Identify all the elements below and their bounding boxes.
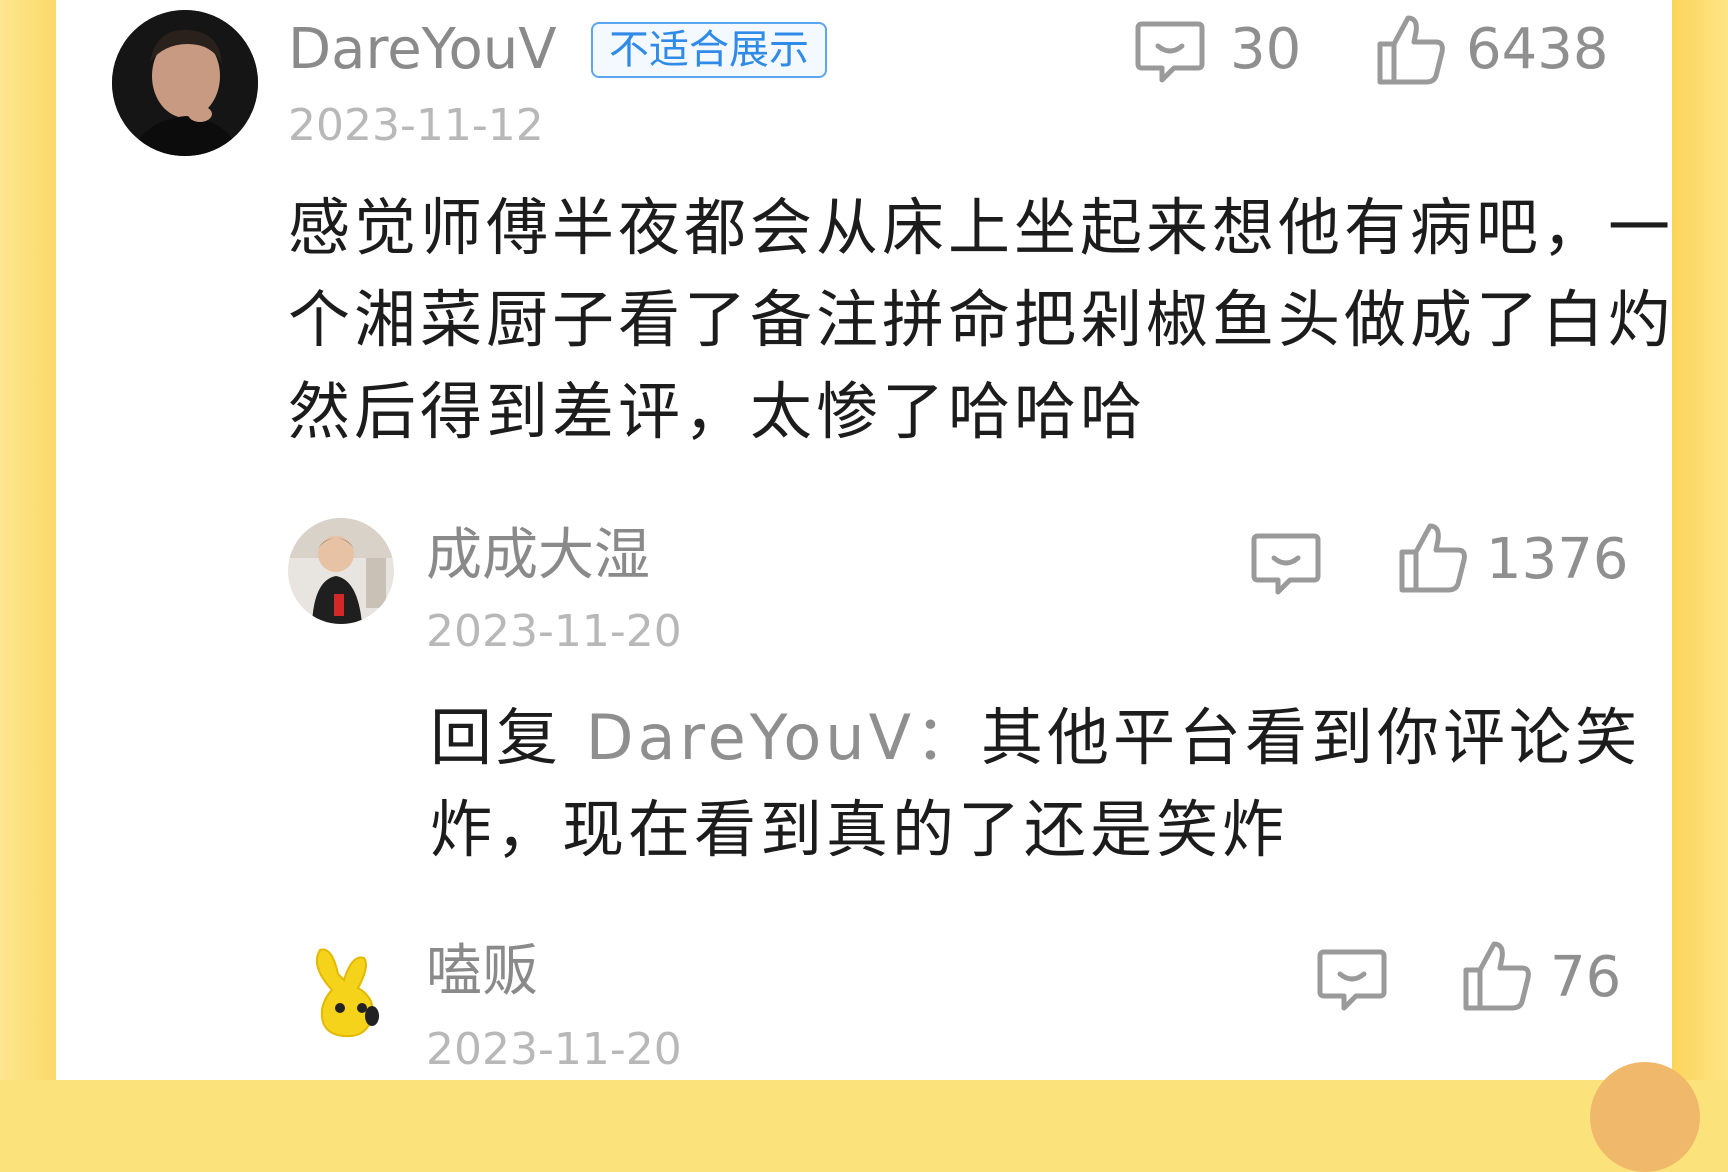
reply-count: 30	[1230, 17, 1302, 82]
reply-text: 回复 DareYouV：其他平台看到你评论笑炸，现在看到真的了还是笑炸	[430, 692, 1672, 876]
like-count: 76	[1550, 945, 1622, 1010]
right-yellow-border	[1672, 0, 1728, 1080]
comment-text: 感觉师傅半夜都会从床上坐起来想他有病吧，一个湘菜厨子看了备注拼命把剁椒鱼头做成了…	[288, 191, 1672, 448]
comment-date: 2023-11-20	[426, 1024, 682, 1075]
like-count: 1376	[1486, 527, 1629, 592]
comment-bubble-icon[interactable]	[1250, 530, 1322, 600]
like-count: 6438	[1466, 17, 1609, 82]
comment-date: 2023-11-12	[288, 100, 544, 151]
comment-username[interactable]: DareYouV	[288, 18, 557, 82]
avatar[interactable]	[300, 944, 396, 1040]
avatar[interactable]	[288, 518, 394, 624]
reply-label: 回复	[430, 701, 563, 774]
reply-target-user[interactable]: DareYouV：	[586, 701, 981, 774]
floating-avatar[interactable]	[1590, 1062, 1700, 1172]
comment-bubble-icon[interactable]	[1134, 18, 1206, 88]
comment-list: DareYouV 不适合展示 2023-11-12 30 6438 感觉师傅半夜…	[56, 0, 1672, 1080]
comment-username[interactable]: 嗑贩	[426, 940, 538, 1004]
avatar[interactable]	[112, 10, 258, 156]
thumbs-up-icon[interactable]	[1462, 940, 1532, 1012]
thumbs-up-icon[interactable]	[1398, 522, 1468, 594]
thumbs-up-icon[interactable]	[1376, 14, 1446, 86]
comment-date: 2023-11-20	[426, 606, 682, 657]
comment-username[interactable]: 成成大湿	[426, 524, 650, 588]
left-yellow-border	[0, 0, 56, 1080]
comment-bubble-icon[interactable]	[1316, 946, 1388, 1016]
not-suitable-badge: 不适合展示	[591, 22, 827, 78]
